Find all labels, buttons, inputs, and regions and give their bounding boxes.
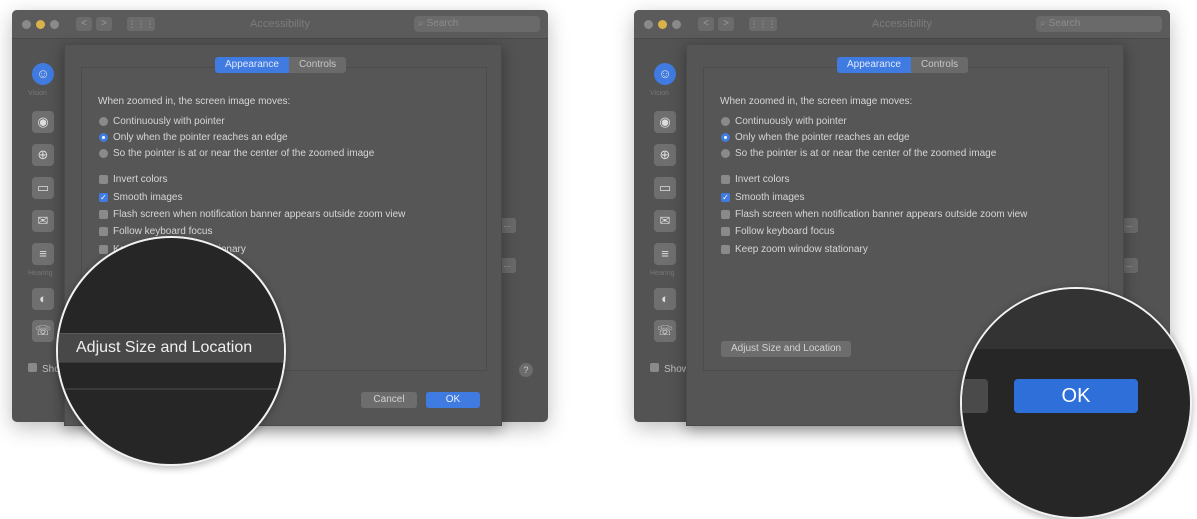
checkmark-icon[interactable]: ✓ (721, 193, 730, 202)
radio-button[interactable] (721, 117, 730, 126)
panel-left: < > ⋮⋮⋮ Accessibility ⌕ Search ☺ Vision ◉… (0, 0, 560, 519)
sidebar: ☺ Vision ◉ ⊕ ▭ ✉ ≡ Hearing ◐ ☏ (642, 48, 684, 348)
show-checkbox-box[interactable] (650, 363, 659, 372)
speech-icon[interactable]: ✉ (32, 210, 54, 232)
panel-right: < > ⋮⋮⋮ Accessibility ⌕ Search ☺ Vision ◉… (622, 0, 1192, 519)
adjust-size-location-button-zoomed[interactable]: Adjust Size and Location (76, 339, 252, 357)
checkbox-label: Invert colors (113, 174, 168, 185)
tab-appearance[interactable]: Appearance (215, 57, 289, 73)
checkbox[interactable] (721, 210, 730, 219)
speech-icon[interactable]: ✉ (654, 210, 676, 232)
search-placeholder: Search (426, 18, 459, 29)
checkbox-label: Smooth images (735, 192, 805, 203)
adjust-size-location-button[interactable]: Adjust Size and Location (721, 341, 852, 357)
checkbox-flash-screen[interactable]: Flash screen when notification banner ap… (721, 209, 1027, 220)
checkbox-label: Flash screen when notification banner ap… (735, 209, 1028, 220)
checkbox-follow-focus[interactable]: Follow keyboard focus (99, 226, 213, 237)
checkbox-smooth-images[interactable]: ✓ Smooth images (721, 192, 804, 203)
radio-label: Continuously with pointer (735, 116, 847, 127)
radio-edge[interactable]: Only when the pointer reaches an edge (721, 132, 910, 143)
radio-button[interactable] (99, 117, 108, 126)
radio-button[interactable] (721, 133, 730, 142)
search-placeholder: Search (1048, 18, 1081, 29)
ok-button[interactable]: OK (426, 392, 480, 408)
titlebar: < > ⋮⋮⋮ Accessibility ⌕ Search (12, 10, 548, 39)
checkbox-label: Smooth images (113, 192, 183, 203)
zoom-icon[interactable]: ⊕ (654, 144, 676, 166)
sidebar-section-vision: Vision (650, 90, 669, 97)
radio-button[interactable] (99, 133, 108, 142)
cancel-button[interactable]: Cancel (361, 392, 417, 408)
radio-label: Only when the pointer reaches an edge (113, 132, 288, 143)
search-icon: ⌕ (1040, 18, 1046, 29)
checkbox-invert-colors[interactable]: Invert colors (99, 174, 167, 185)
radio-button[interactable] (99, 149, 108, 158)
divider (58, 388, 284, 390)
checkbox-flash-screen[interactable]: Flash screen when notification banner ap… (99, 209, 405, 220)
radio-label: Continuously with pointer (113, 116, 225, 127)
audio-icon[interactable]: ◐ (654, 288, 676, 310)
checkbox[interactable] (99, 227, 108, 236)
radio-label: So the pointer is at or near the center … (113, 148, 375, 159)
audio-icon[interactable]: ◐ (32, 288, 54, 310)
checkbox-invert-colors[interactable]: Invert colors (721, 174, 789, 185)
checkbox[interactable] (721, 227, 730, 236)
tab-appearance[interactable]: Appearance (837, 57, 911, 73)
sidebar: ☺ Vision ◉ ⊕ ▭ ✉ ≡ Hearing ◐ ☏ (20, 48, 62, 348)
segmented-tabs: Appearance Controls (215, 57, 347, 73)
radio-edge[interactable]: Only when the pointer reaches an edge (99, 132, 288, 143)
voiceover-icon[interactable]: ◉ (32, 111, 54, 133)
rtt-icon[interactable]: ☏ (32, 320, 54, 342)
checkmark-icon[interactable]: ✓ (99, 193, 108, 202)
descriptions-icon[interactable]: ≡ (654, 243, 676, 265)
titlebar: < > ⋮⋮⋮ Accessibility ⌕ Search (634, 10, 1170, 39)
radio-button[interactable] (721, 149, 730, 158)
cancel-button-edge[interactable] (962, 379, 988, 413)
radio-center[interactable]: So the pointer is at or near the center … (721, 148, 996, 159)
rtt-icon[interactable]: ☏ (654, 320, 676, 342)
radio-center[interactable]: So the pointer is at or near the center … (99, 148, 374, 159)
show-checkbox[interactable]: Show (650, 363, 689, 375)
zoom-heading: When zoomed in, the screen image moves: (720, 96, 913, 107)
checkbox[interactable] (99, 210, 108, 219)
sidebar-section-hearing: Hearing (650, 270, 675, 277)
zoom-callout-ok: OK (960, 287, 1192, 519)
zoom-heading: When zoomed in, the screen image moves: (98, 96, 291, 107)
search-input[interactable]: ⌕ Search (414, 16, 540, 32)
help-button[interactable]: ? (519, 363, 533, 377)
search-input[interactable]: ⌕ Search (1036, 16, 1162, 32)
checkbox[interactable] (99, 175, 108, 184)
checkbox-label: Follow keyboard focus (735, 226, 835, 237)
show-checkbox-box[interactable] (28, 363, 37, 372)
sidebar-section-vision: Vision (28, 90, 47, 97)
sidebar-section-hearing: Hearing (28, 270, 53, 277)
radio-label: Only when the pointer reaches an edge (735, 132, 910, 143)
tab-controls[interactable]: Controls (910, 57, 969, 73)
checkbox-label: Flash screen when notification banner ap… (113, 209, 406, 220)
zoom-upper-area (962, 289, 1190, 349)
checkbox-smooth-images[interactable]: ✓ Smooth images (99, 192, 182, 203)
radio-label: So the pointer is at or near the center … (735, 148, 997, 159)
checkbox-follow-focus[interactable]: Follow keyboard focus (721, 226, 835, 237)
checkbox-label: Keep zoom window stationary (735, 244, 868, 255)
radio-continuously[interactable]: Continuously with pointer (721, 116, 847, 127)
zoom-icon[interactable]: ⊕ (32, 144, 54, 166)
ok-button-zoomed[interactable]: OK (1014, 379, 1138, 413)
display-icon[interactable]: ▭ (654, 177, 676, 199)
segmented-tabs: Appearance Controls (837, 57, 969, 73)
checkbox[interactable] (721, 245, 730, 254)
search-icon: ⌕ (418, 18, 424, 29)
display-icon[interactable]: ▭ (32, 177, 54, 199)
tab-controls[interactable]: Controls (288, 57, 347, 73)
accessibility-icon[interactable]: ☺ (32, 63, 54, 85)
checkbox[interactable] (99, 245, 108, 254)
voiceover-icon[interactable]: ◉ (654, 111, 676, 133)
radio-continuously[interactable]: Continuously with pointer (99, 116, 225, 127)
descriptions-icon[interactable]: ≡ (32, 243, 54, 265)
checkbox-label: Invert colors (735, 174, 790, 185)
accessibility-icon[interactable]: ☺ (654, 63, 676, 85)
checkbox[interactable] (721, 175, 730, 184)
checkbox-keep-stationary[interactable]: Keep zoom window stationary (721, 244, 868, 255)
zoom-callout-adjust: Adjust Size and Location (56, 236, 286, 466)
